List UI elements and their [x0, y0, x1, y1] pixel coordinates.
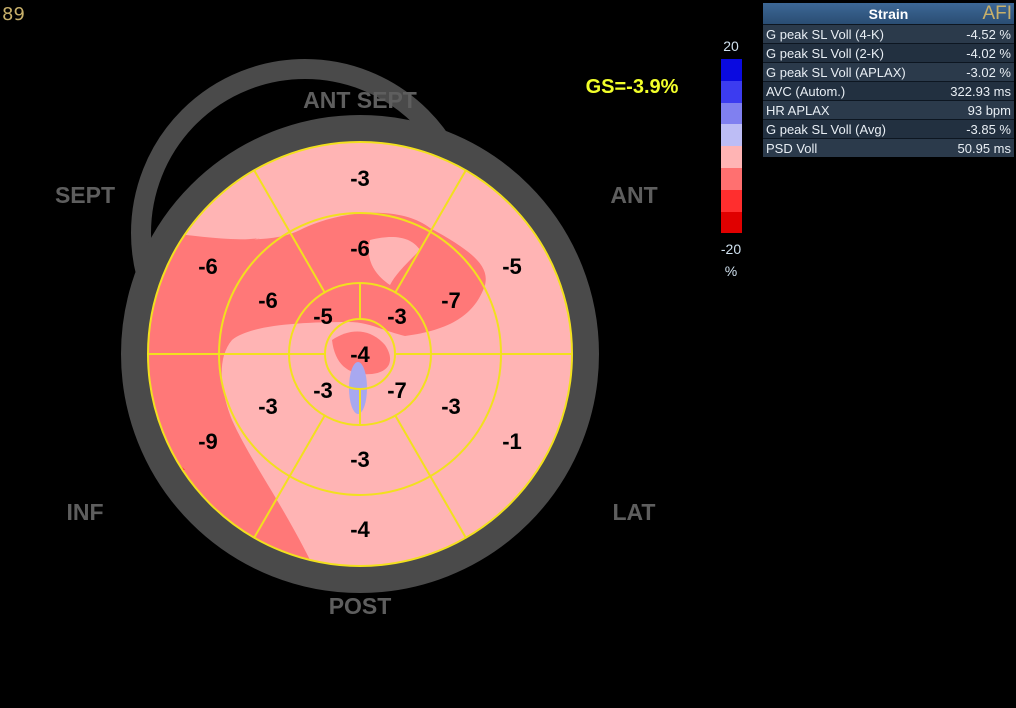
region-label-inf: INF [66, 499, 103, 525]
scale-swatch [721, 211, 742, 234]
segment-value-mid-lat: -3 [441, 394, 461, 419]
strain-row-label: G peak SL Voll (4-K) [763, 24, 936, 44]
strain-row: G peak SL Voll (APLAX) -3.02 % [763, 62, 1014, 82]
scale-swatch [721, 59, 742, 81]
scale-swatch [721, 167, 742, 190]
strain-row-value: -4.52 % [935, 24, 1014, 44]
strain-panel-title: Strain AFI [763, 3, 1014, 25]
segment-value-basal-ant-sept: -3 [350, 166, 370, 191]
strain-row: G peak SL Voll (2-K) -4.02 % [763, 43, 1014, 63]
region-label-sept: SEPT [55, 182, 115, 208]
region-label-ant: ANT [610, 182, 657, 208]
scale-unit-label: % [724, 263, 738, 279]
strain-row-label: G peak SL Voll (Avg) [763, 119, 936, 139]
segment-value-basal-lat: -1 [502, 429, 522, 454]
strain-row-value: 93 bpm [935, 100, 1014, 120]
region-label-post: POST [329, 593, 392, 619]
strain-row-value: -3.02 % [935, 62, 1014, 82]
segment-value-basal-ant: -5 [502, 254, 522, 279]
strain-row-value: 50.95 ms [935, 138, 1014, 157]
scale-swatch [721, 124, 742, 147]
segment-value-basal-post: -4 [350, 517, 370, 542]
strain-row-label: G peak SL Voll (APLAX) [763, 62, 936, 82]
region-label-ant-sept: ANT SEPT [303, 87, 417, 113]
scale-swatch [721, 102, 742, 125]
segment-value-basal-sept: -6 [198, 254, 218, 279]
strain-row-value: 322.93 ms [935, 81, 1014, 101]
strain-row: HR APLAX 93 bpm [763, 100, 1014, 120]
strain-row-label: HR APLAX [763, 100, 936, 120]
segment-value-mid-ant-sept: -6 [350, 236, 370, 261]
segment-value-apical-inf: -3 [313, 378, 333, 403]
strain-panel-title-text: Strain [868, 5, 909, 22]
strain-rows: G peak SL Voll (4-K) -4.52 % G peak SL Vol… [763, 24, 1014, 157]
strain-row: G peak SL Voll (4-K) -4.52 % [763, 24, 1014, 44]
segment-value-mid-ant: -7 [441, 288, 461, 313]
segment-value-basal-inf: -9 [198, 429, 218, 454]
scale-swatch [721, 80, 742, 103]
segment-value-mid-inf: -3 [258, 394, 278, 419]
global-strain-value: GS=-3.9% [586, 76, 679, 98]
strain-row: G peak SL Voll (Avg) -3.85 % [763, 119, 1014, 139]
strain-row-value: -4.02 % [935, 43, 1014, 63]
scale-min-label: -20 [720, 241, 742, 257]
strain-panel-header: Strain AFI [763, 3, 1014, 25]
afi-badge: AFI [982, 3, 1012, 24]
segment-value-apical-lat: -7 [387, 378, 407, 403]
strain-color-scale [721, 59, 742, 234]
strain-row-value: -3.85 % [935, 119, 1014, 139]
strain-row-label: G peak SL Voll (2-K) [763, 43, 936, 63]
region-label-lat: LAT [612, 499, 655, 525]
strain-row-label: PSD Voll [763, 138, 936, 157]
strain-row: AVC (Autom.) 322.93 ms [763, 81, 1014, 101]
scale-swatch [721, 146, 742, 168]
strain-row: PSD Voll 50.95 ms [763, 138, 1014, 157]
scale-swatch [721, 189, 742, 212]
segment-value-apical-ant: -3 [387, 304, 407, 329]
segment-value-mid-post: -3 [350, 447, 370, 472]
strain-results-panel: Strain AFI G peak SL Voll (4-K) -4.52 % G … [763, 3, 1014, 157]
segment-value-apical-sept: -5 [313, 304, 333, 329]
segment-value-apex: -4 [350, 342, 370, 367]
segment-value-mid-sept: -6 [258, 288, 278, 313]
scale-max-label: 20 [723, 38, 739, 54]
strain-row-label: AVC (Autom.) [763, 81, 936, 101]
